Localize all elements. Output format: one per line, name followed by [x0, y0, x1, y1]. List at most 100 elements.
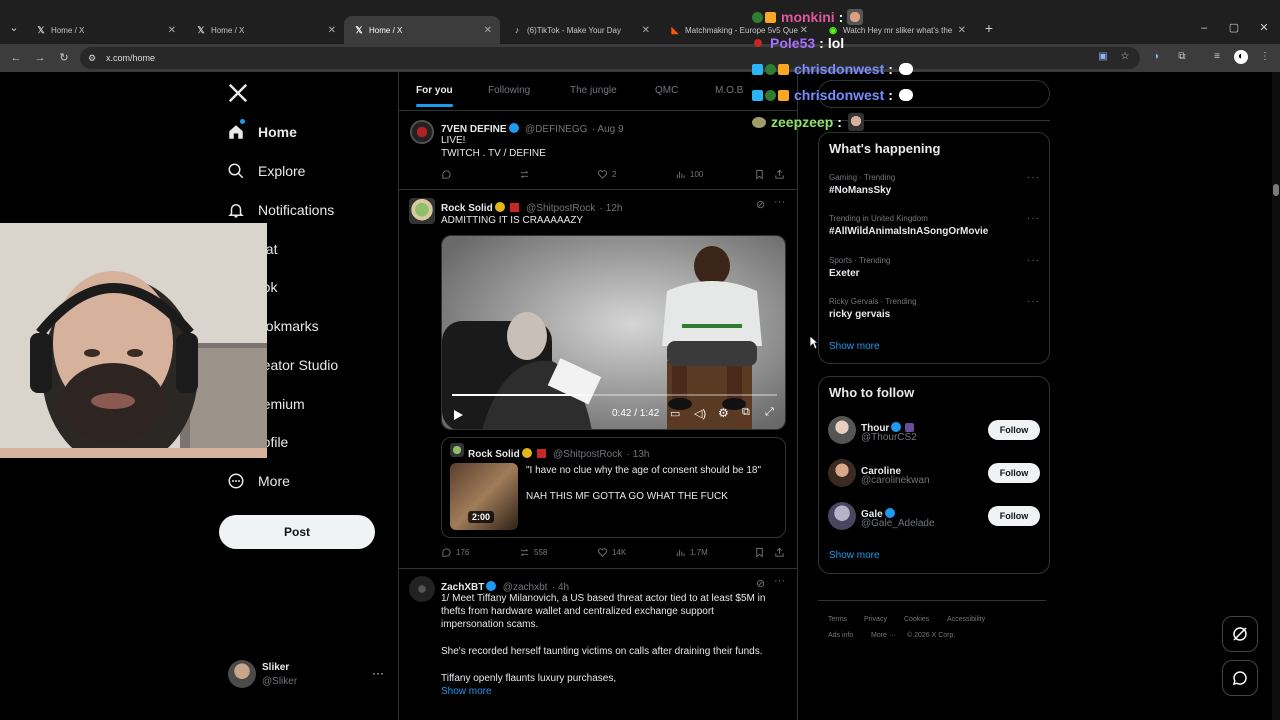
profile-avatar-icon[interactable]: ◐	[1234, 50, 1248, 64]
footer-link-cookies[interactable]: Cookies	[904, 616, 929, 623]
post-author-name[interactable]: Rock Solid	[441, 203, 493, 214]
browser-tab-active[interactable]: 𝕏 Home / X ✕	[344, 16, 500, 44]
sidebar-item-more[interactable]: More	[226, 466, 290, 496]
cast-icon[interactable]: ▣	[1096, 50, 1110, 64]
x-logo[interactable]	[227, 82, 249, 104]
quoted-post[interactable]: Rock Solid @ShitpostRock · 13h 2:00 "I h…	[441, 437, 786, 538]
close-icon[interactable]: ✕	[484, 25, 492, 36]
maximize-icon[interactable]: ▢	[1226, 20, 1242, 36]
browser-tab[interactable]: ♪ (6)TikTok - Make Your Day ✕	[502, 16, 658, 44]
more-dots-icon[interactable]: ···	[1027, 255, 1040, 266]
follow-button[interactable]: Follow	[988, 463, 1040, 483]
tab-the-jungle[interactable]: The jungle	[570, 85, 617, 96]
more-dots-icon[interactable]: ···	[1027, 172, 1040, 183]
close-icon[interactable]: ✕	[958, 25, 966, 36]
puzzle-icon[interactable]: ⧉	[1175, 50, 1189, 64]
post-button[interactable]: Post	[219, 515, 375, 549]
footer-link-accessibility[interactable]: Accessibility	[947, 616, 985, 623]
views-button[interactable]: 1.7M	[675, 547, 708, 558]
close-icon[interactable]: ✕	[168, 25, 176, 36]
like-button[interactable]: 14K	[597, 547, 626, 558]
messages-float-button[interactable]	[1222, 660, 1258, 696]
tab-following[interactable]: Following	[488, 85, 530, 96]
tab-qmc[interactable]: QMC	[655, 85, 678, 96]
scrollbar-thumb[interactable]	[1273, 184, 1279, 196]
reply-button[interactable]: 176	[441, 547, 469, 558]
more-dots-icon[interactable]: ···	[774, 196, 785, 208]
video-progress-track[interactable]	[452, 394, 777, 396]
menu-kebab-icon[interactable]: ⋮	[1258, 50, 1272, 64]
more-dots-icon[interactable]: ···	[372, 666, 384, 680]
grok-icon[interactable]: ⊘	[756, 577, 765, 590]
url-input[interactable]: ⚙ x.com/home	[80, 47, 1140, 69]
back-icon[interactable]: ←	[8, 50, 24, 66]
extension-icon[interactable]: ◗	[1150, 50, 1164, 64]
avatar[interactable]	[828, 416, 856, 444]
close-icon[interactable]: ✕	[800, 25, 808, 36]
trend-title[interactable]: Exeter	[829, 268, 860, 279]
repost-button[interactable]	[519, 169, 534, 180]
footer-link-ads-info[interactable]: Ads info	[828, 632, 853, 639]
grok-float-button[interactable]	[1222, 616, 1258, 652]
footer-link-terms[interactable]: Terms	[828, 616, 847, 623]
browser-tab[interactable]: 𝕏 Home / X ✕	[26, 16, 184, 44]
picture-in-picture-icon[interactable]: ⧉	[742, 406, 750, 419]
sidebar-item-home[interactable]: Home	[226, 117, 297, 147]
new-tab-icon[interactable]: +	[981, 20, 997, 36]
post-time[interactable]: · Aug 9	[592, 124, 624, 135]
more-dots-icon[interactable]: ···	[1027, 213, 1040, 224]
fullscreen-icon[interactable]: ⤢	[765, 406, 774, 419]
tab-mob[interactable]: M.O.B	[715, 85, 743, 96]
more-dots-icon[interactable]: ···	[774, 575, 785, 587]
bookmark-button[interactable]	[754, 169, 769, 180]
video-player[interactable]: 0:42 / 1:42 ▭ ◁) ⚙ ⧉ ⤢	[441, 235, 786, 430]
account-switcher[interactable]: Sliker @Sliker ···	[226, 658, 386, 690]
bookmark-button[interactable]	[754, 547, 769, 558]
avatar[interactable]	[409, 198, 435, 224]
forward-icon[interactable]: →	[32, 50, 48, 66]
show-more-link[interactable]: Show more	[829, 550, 880, 561]
show-more-link[interactable]: Show more	[829, 341, 880, 352]
star-icon[interactable]: ☆	[1118, 50, 1132, 64]
footer-link-privacy[interactable]: Privacy	[864, 616, 887, 623]
avatar[interactable]	[828, 502, 856, 530]
more-dots-icon[interactable]: ···	[1027, 296, 1040, 307]
show-more-link[interactable]: Show more	[441, 685, 492, 698]
grok-icon[interactable]: ⊘	[756, 198, 765, 211]
views-button[interactable]: 100	[675, 169, 703, 180]
close-window-icon[interactable]: ✕	[1256, 20, 1272, 36]
tab-for-you[interactable]: For you	[416, 85, 453, 96]
reload-icon[interactable]: ↻	[56, 50, 72, 66]
scrollbar-track[interactable]	[1272, 72, 1280, 720]
minimize-icon[interactable]: –	[1196, 20, 1212, 36]
play-icon[interactable]	[452, 408, 464, 420]
post-author-handle[interactable]: @DEFINEGG	[525, 124, 587, 135]
sidebar-item-explore[interactable]: Explore	[226, 156, 305, 186]
trend-title[interactable]: #NoMansSky	[829, 185, 891, 196]
footer-link-more[interactable]: More ···	[871, 632, 896, 639]
avatar[interactable]	[828, 459, 856, 487]
captions-icon[interactable]: ▭	[670, 407, 680, 420]
share-button[interactable]	[774, 547, 789, 558]
tab-search-icon[interactable]: ⌄	[6, 20, 22, 36]
site-info-icon[interactable]: ⚙	[88, 47, 96, 69]
volume-icon[interactable]: ◁)	[694, 407, 706, 420]
repost-button[interactable]: 558	[519, 547, 547, 558]
trend-title[interactable]: ricky gervais	[829, 309, 890, 320]
trend-title[interactable]: #AllWildAnimalsInASongOrMovie	[829, 226, 988, 237]
like-button[interactable]: 2	[597, 169, 616, 180]
avatar[interactable]	[410, 120, 434, 144]
post-author-handle[interactable]: @ShitpostRock	[526, 203, 595, 214]
close-icon[interactable]: ✕	[642, 25, 650, 36]
post-time[interactable]: · 12h	[600, 203, 623, 214]
settings-icon[interactable]: ⚙	[718, 406, 729, 420]
close-icon[interactable]: ✕	[328, 25, 336, 36]
browser-tab[interactable]: 𝕏 Home / X ✕	[186, 16, 344, 44]
share-button[interactable]	[774, 169, 789, 180]
sidebar-item-notifications[interactable]: Notifications	[226, 195, 334, 225]
follow-button[interactable]: Follow	[988, 420, 1040, 440]
avatar[interactable]	[409, 576, 435, 602]
reply-button[interactable]	[441, 169, 456, 180]
media-icon[interactable]: ≡	[1210, 50, 1224, 64]
follow-button[interactable]: Follow	[988, 506, 1040, 526]
